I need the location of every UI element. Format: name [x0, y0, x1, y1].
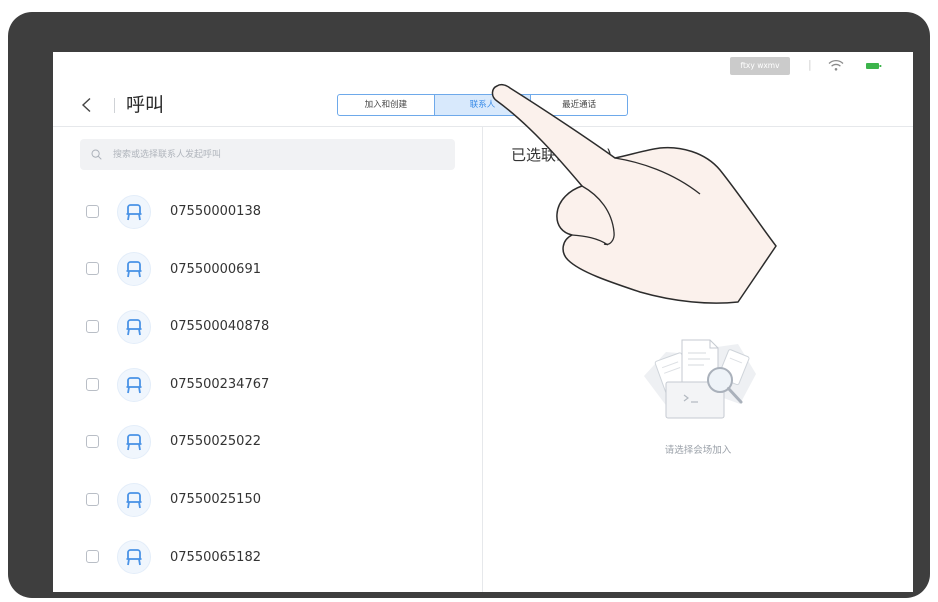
battery-icon	[866, 63, 882, 69]
contact-list: 07550000138 07550000691 075500040878 075…	[53, 183, 482, 586]
contact-row[interactable]: 07550065182	[53, 529, 482, 587]
contact-number: 075500234767	[170, 376, 270, 392]
empty-documents-icon	[644, 339, 756, 419]
chevron-left-icon[interactable]	[80, 97, 94, 113]
venue-icon	[117, 194, 151, 229]
contact-row[interactable]: 07550025022	[53, 413, 482, 471]
venue-icon	[117, 252, 151, 287]
selected-contacts-title: 已选联系人 (0)	[511, 146, 613, 164]
contact-number: 07550065182	[170, 549, 261, 565]
account-badge: ftxy wxmv	[730, 57, 790, 75]
venue-icon	[117, 309, 151, 344]
screen: 呼叫 加入和创建 联系人 最近通话 ftxy wxmv | 搜索或选择联系人发起…	[53, 52, 913, 592]
contact-number: 07550025150	[170, 491, 261, 507]
page-title: 呼叫	[126, 94, 165, 116]
empty-state-text: 请选择会场加入	[664, 445, 732, 456]
contact-checkbox[interactable]	[86, 262, 99, 276]
venue-icon	[117, 540, 151, 575]
contact-row[interactable]: 07550025150	[53, 471, 482, 529]
contact-checkbox[interactable]	[86, 550, 99, 564]
title-divider	[114, 98, 115, 113]
search-icon	[91, 149, 102, 160]
venue-icon	[117, 367, 151, 402]
contact-row[interactable]: 07550000691	[53, 241, 482, 299]
tab-contacts[interactable]: 联系人	[434, 95, 532, 115]
status-separator: |	[808, 58, 812, 71]
tab-join-create[interactable]: 加入和创建	[338, 95, 435, 115]
contact-number: 07550025022	[170, 434, 261, 450]
wifi-icon	[828, 59, 844, 71]
device-frame: 呼叫 加入和创建 联系人 最近通话 ftxy wxmv | 搜索或选择联系人发起…	[8, 12, 930, 598]
search-input[interactable]	[113, 139, 443, 170]
header-bar: 呼叫 加入和创建 联系人 最近通话 ftxy wxmv |	[53, 52, 913, 127]
contact-checkbox[interactable]	[86, 319, 99, 333]
contact-checkbox[interactable]	[86, 492, 99, 506]
search-box[interactable]	[80, 139, 455, 170]
venue-icon	[117, 425, 151, 460]
contact-row[interactable]: 07550000138	[53, 183, 482, 241]
contact-checkbox[interactable]	[86, 204, 99, 218]
contact-list-panel: 07550000138 07550000691 075500040878 075…	[53, 127, 483, 592]
tab-bar: 加入和创建 联系人 最近通话	[337, 94, 628, 116]
contact-number: 07550000138	[170, 204, 261, 219]
selected-panel: 已选联系人 (0) 请选择会场加入	[483, 127, 913, 592]
contact-checkbox[interactable]	[86, 435, 99, 449]
contact-checkbox[interactable]	[86, 377, 99, 391]
venue-icon	[117, 482, 151, 517]
contact-number: 075500040878	[170, 319, 270, 335]
contact-row[interactable]: 075500040878	[53, 298, 482, 356]
contact-row[interactable]: 075500234767	[53, 356, 482, 414]
tab-recent-calls[interactable]: 最近通话	[531, 95, 627, 115]
contact-number: 07550000691	[170, 261, 261, 277]
